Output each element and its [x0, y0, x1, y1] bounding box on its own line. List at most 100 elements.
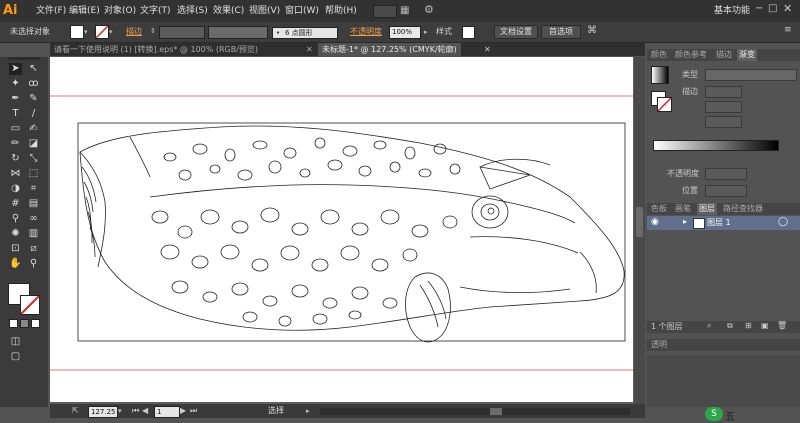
stepper-icon[interactable]: ⇕ — [150, 27, 156, 35]
style-swatch[interactable] — [462, 26, 475, 39]
perspective-grid-tool-icon[interactable]: ⌗ — [27, 183, 40, 195]
pen-tool-icon[interactable]: ✒ — [9, 93, 22, 105]
horizontal-scrollbar[interactable] — [320, 408, 630, 415]
tab-color[interactable]: 颜色 — [649, 49, 669, 61]
input-method-icon[interactable]: S — [705, 407, 723, 421]
stroke-weight-field[interactable] — [159, 26, 205, 39]
canvas-area[interactable] — [50, 57, 645, 404]
scroll-thumb[interactable] — [636, 207, 643, 237]
mesh-tool-icon[interactable]: # — [9, 198, 22, 210]
screen-mode-icon[interactable]: ▢ — [9, 351, 22, 363]
eye-icon[interactable]: ◉ — [651, 217, 659, 227]
chevron-down-icon[interactable]: ▾ — [118, 407, 122, 415]
chevron-right-icon[interactable]: ▸ — [424, 28, 428, 36]
opacity-field[interactable]: 100% — [389, 26, 421, 39]
arrange-documents-icon[interactable]: ⌘ — [587, 25, 597, 36]
menu-effect[interactable]: 效果(C) — [213, 4, 244, 18]
delete-layer-icon[interactable]: 🗑 — [777, 321, 787, 330]
column-graph-tool-icon[interactable]: ▥ — [27, 228, 40, 240]
pencil-tool-icon[interactable]: ✏ — [9, 138, 22, 150]
blend-tool-icon[interactable]: ∞ — [27, 213, 40, 225]
free-transform-tool-icon[interactable]: ⬚ — [27, 168, 40, 180]
eraser-tool-icon[interactable]: ◪ — [27, 138, 40, 150]
layer-name[interactable]: 图层 1 — [707, 217, 731, 228]
selection-tool-icon[interactable]: ➤ — [9, 63, 22, 75]
bridge-button[interactable] — [373, 5, 397, 18]
layer-row[interactable]: ◉ ▸ 图层 1 ◯ — [647, 216, 800, 230]
menu-edit[interactable]: 编辑(E) — [69, 4, 100, 18]
first-artboard-icon[interactable]: ⏮ — [132, 406, 139, 416]
scale-tool-icon[interactable]: ⤡ — [27, 153, 40, 165]
magic-wand-tool-icon[interactable]: ✦ — [9, 78, 22, 90]
opacity-label[interactable]: 不透明度 — [350, 26, 382, 38]
tab-pathfinder[interactable]: 路径查找器 — [721, 203, 765, 215]
artboard-number-field[interactable]: 1 — [154, 406, 180, 418]
maximize-icon[interactable]: □ — [768, 3, 777, 14]
gradient-stroke-swatch[interactable] — [657, 97, 672, 112]
new-sublayer-icon[interactable]: ⊞ — [745, 321, 752, 330]
eyedropper-tool-icon[interactable]: ⚲ — [9, 213, 22, 225]
rotate-tool-icon[interactable]: ↻ — [9, 153, 22, 165]
slice-tool-icon[interactable]: ⧄ — [27, 243, 40, 255]
chevron-right-icon[interactable]: ▸ — [306, 407, 310, 415]
width-tool-icon[interactable]: ⋈ — [9, 168, 22, 180]
stroke-color-box[interactable] — [20, 295, 40, 315]
gradient-preview[interactable] — [651, 66, 669, 84]
none-mode-icon[interactable] — [31, 319, 40, 328]
arrange-icon[interactable]: ▦ — [400, 4, 416, 17]
tab-color-guide[interactable]: 颜色参考 — [673, 49, 709, 61]
clipping-mask-icon[interactable]: ⧉ — [727, 321, 733, 331]
tab-gradient[interactable]: 渐变 — [737, 49, 757, 61]
variable-width-dropdown[interactable] — [208, 26, 268, 39]
hand-tool-icon[interactable]: ✋ — [9, 258, 22, 270]
tab-transparency[interactable]: 透明 — [649, 339, 669, 351]
tab-layers[interactable]: 图层 — [697, 203, 717, 215]
menu-view[interactable]: 视图(V) — [249, 4, 280, 18]
stroke-label[interactable]: 描边 — [126, 26, 142, 38]
gradient-opacity-field[interactable] — [705, 168, 747, 180]
artboard[interactable] — [50, 57, 633, 402]
tab-stroke[interactable]: 描边 — [714, 49, 734, 61]
lasso-tool-icon[interactable]: ꝏ — [27, 78, 40, 90]
menu-object[interactable]: 对象(O) — [104, 4, 136, 18]
close-tab-icon[interactable]: ✕ — [306, 43, 313, 56]
panel-menu-icon[interactable]: ≡ — [784, 25, 792, 35]
curvature-tool-icon[interactable]: ✎ — [27, 93, 40, 105]
chevron-down-icon[interactable]: ▾ — [109, 28, 113, 36]
gradient-type-dropdown[interactable] — [705, 69, 797, 81]
scroll-thumb[interactable] — [490, 408, 502, 415]
symbol-sprayer-tool-icon[interactable]: ✺ — [9, 228, 22, 240]
gradient-slider[interactable] — [653, 140, 779, 151]
rectangle-tool-icon[interactable]: ▭ — [9, 123, 22, 135]
paintbrush-tool-icon[interactable]: ✍ — [27, 123, 40, 135]
last-artboard-icon[interactable]: ⏭ — [190, 406, 197, 416]
stroke-swatch[interactable] — [95, 25, 109, 39]
close-icon[interactable]: ✕ — [783, 2, 792, 15]
chevron-right-icon[interactable]: ▸ — [683, 217, 687, 226]
menu-window[interactable]: 窗口(W) — [285, 4, 319, 18]
workspace-switcher[interactable]: 基本功能 — [714, 4, 750, 18]
vertical-scrollbar[interactable] — [634, 57, 645, 404]
color-mode-icon[interactable] — [9, 319, 18, 328]
target-icon[interactable]: ◯ — [778, 217, 788, 227]
previous-artboard-icon[interactable]: ◀ — [142, 406, 148, 415]
tab-document-1[interactable]: 请看一下使用说明 (1) [转换].eps* @ 100% (RGB/预览) — [50, 43, 262, 56]
tab-swatches[interactable]: 色板 — [649, 203, 669, 215]
artboard-tool-icon[interactable]: ⊡ — [9, 243, 22, 255]
direct-selection-tool-icon[interactable]: ↖ — [27, 63, 40, 75]
menu-type[interactable]: 文字(T) — [140, 4, 171, 18]
close-tab-icon[interactable]: ✕ — [484, 43, 491, 56]
gradient-mode-icon[interactable] — [20, 319, 29, 328]
menu-file[interactable]: 文件(F) — [36, 4, 66, 18]
fill-swatch[interactable] — [70, 25, 84, 39]
stroke-option-1[interactable] — [705, 86, 742, 98]
sync-icon[interactable]: ⚙ — [424, 3, 438, 17]
line-tool-icon[interactable]: / — [27, 108, 40, 120]
chevron-down-icon[interactable]: ▾ — [84, 28, 88, 36]
locate-object-icon[interactable]: ⌕ — [707, 321, 711, 331]
minimize-icon[interactable]: − — [755, 3, 763, 14]
brush-definition[interactable]: • 6 点圆形 — [272, 27, 338, 39]
zoom-menu-icon[interactable]: ⇱ — [72, 406, 79, 415]
aspect-ratio-field[interactable] — [705, 116, 742, 128]
preferences-button[interactable]: 首选项 — [541, 25, 581, 39]
